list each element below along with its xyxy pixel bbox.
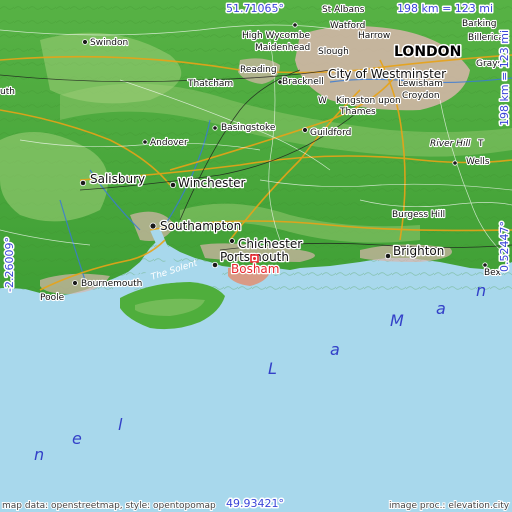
label-st-albans: St Albans	[322, 5, 365, 15]
sea-letter-7: a	[436, 299, 446, 318]
sea-letter-6: M	[390, 311, 404, 330]
label-swindon: Swindon	[90, 38, 128, 48]
sea-letter-5: a	[330, 340, 340, 359]
sea-letter-8: n	[476, 281, 486, 300]
label-kingston: Kingston upon	[336, 96, 401, 106]
coord-east-lon: 0.52447°	[498, 221, 511, 272]
label-guildford: Guildford	[310, 128, 351, 138]
label-tonbridge-partial: T	[477, 139, 484, 149]
label-brighton: Brighton	[393, 244, 444, 258]
label-poole: Poole	[40, 293, 65, 303]
scale-right: 198 km = 123 mi	[498, 30, 511, 126]
coord-south-lat: 49.93421°	[226, 497, 284, 510]
label-wells: Wells	[466, 157, 490, 167]
label-watford: Watford	[330, 21, 365, 31]
label-maidenhead: Maidenhead	[255, 43, 310, 53]
label-andover: Andover	[150, 138, 188, 148]
label-river-hill: River Hill	[430, 139, 471, 149]
label-salisbury: Salisbury	[90, 172, 145, 186]
label-bracknell: Bracknell	[282, 77, 324, 87]
label-slough: Slough	[318, 47, 349, 57]
label-bournemouth: Bournemouth	[81, 279, 142, 289]
marker-dot	[253, 257, 256, 260]
label-burgess-hill: Burgess Hill	[392, 210, 445, 220]
label-thames: Thames	[339, 107, 376, 117]
sea-letter-3: l	[118, 415, 123, 434]
label-lewisham: Lewisham	[398, 79, 443, 89]
label-thatcham: Thatcham	[187, 79, 233, 89]
location-marker[interactable]	[250, 254, 259, 263]
label-basingstoke: Basingstoke	[221, 123, 276, 133]
label-london: LONDON	[394, 44, 461, 60]
sea-letter-1: n	[34, 445, 44, 464]
attribution-map-data: map data: openstreetmap, style: opentopo…	[2, 501, 216, 511]
attribution-image-proc: image proc.: elevation.city	[389, 501, 510, 511]
label-bosham: Bosham	[231, 262, 279, 276]
label-winchester: Winchester	[178, 176, 245, 190]
label-wokingham-partial: W	[318, 96, 327, 106]
label-partial-uth: uth	[0, 87, 15, 97]
topographic-map[interactable]: St Albans Swindon Watford Harrow Barking…	[0, 0, 512, 512]
label-chichester: Chichester	[238, 237, 302, 251]
scale-top: 198 km = 123 mi	[397, 2, 493, 15]
label-barking: Barking	[462, 19, 497, 29]
label-harrow: Harrow	[358, 31, 390, 41]
coord-north-lat: 51.71065°	[226, 2, 284, 15]
sea-letter-2: e	[72, 429, 82, 448]
label-high-wycombe: High Wycombe	[242, 31, 311, 41]
sea-letter-4: L	[268, 359, 277, 378]
label-reading: Reading	[240, 65, 277, 75]
label-southampton: Southampton	[160, 219, 241, 233]
label-croydon: Croydon	[402, 91, 440, 101]
coord-west-lon: -2.26009°	[3, 237, 16, 292]
